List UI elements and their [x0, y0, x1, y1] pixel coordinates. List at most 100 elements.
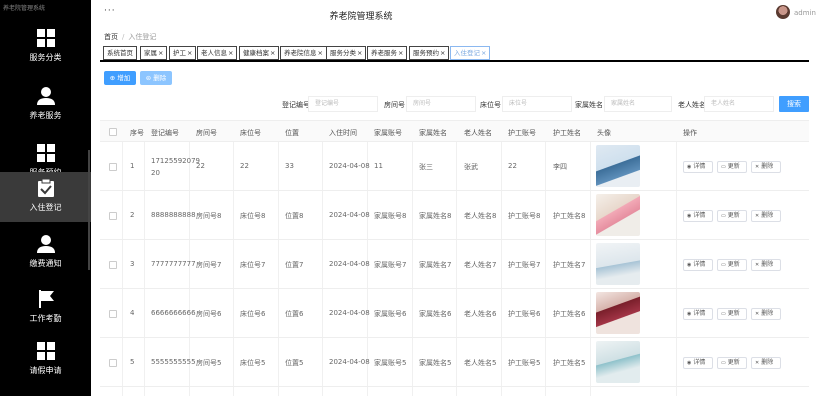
delete-row-button[interactable]: ✕ 删除: [751, 357, 781, 369]
column-header[interactable]: 登记编号: [151, 128, 179, 138]
table-row[interactable]: 3 7777777777 房间号7 床位号7 位置7 2024-04-08 家属账号7 家属姓…: [100, 240, 809, 289]
tab-9[interactable]: 服务预约×: [409, 46, 450, 60]
sidebar-scrollbar[interactable]: [88, 150, 90, 270]
cell-fam-acc: 11: [374, 162, 383, 170]
cell-care-acc: 护工账号6: [508, 310, 541, 318]
search-input[interactable]: 家属姓名: [604, 96, 672, 112]
tab-close-icon[interactable]: ×: [158, 49, 163, 57]
tab-10[interactable]: 入住登记×: [450, 46, 491, 60]
cell-fam-name: 家属姓名5: [419, 359, 452, 367]
column-header[interactable]: 房间号: [196, 128, 217, 138]
op-label: 更新: [727, 212, 740, 219]
cell-index: 3: [130, 260, 135, 268]
tab-1[interactable]: 系统首页: [103, 46, 137, 60]
username[interactable]: admin: [794, 9, 816, 17]
detail-button[interactable]: ◉ 详情: [683, 210, 713, 222]
column-header[interactable]: 位置: [285, 128, 299, 138]
sidebar-item-label: 服务分类: [29, 53, 62, 62]
table-row[interactable]: 1 17125592079 20 22 22 33 2024-04-08 11 张三 张武 22 李四…: [100, 142, 809, 191]
update-button[interactable]: ▭ 更新: [717, 357, 747, 369]
table-row[interactable]: 2 8888888888 房间号8 床位号8 位置8 2024-04-08 家属账号8 家属姓…: [100, 191, 809, 240]
row-checkbox[interactable]: [109, 261, 117, 269]
tab-close-icon[interactable]: ×: [440, 49, 445, 57]
sidebar-item-7[interactable]: 请假申请: [0, 335, 91, 396]
cell-fam-name: 家属姓名7: [419, 261, 452, 269]
delete-row-button[interactable]: ✕ 删除: [751, 259, 781, 271]
update-button[interactable]: ▭ 更新: [717, 210, 747, 222]
column-header[interactable]: 护工账号: [508, 128, 536, 138]
cell-index: 4: [130, 309, 135, 317]
row-checkbox[interactable]: [109, 163, 117, 171]
sidebar-item-label: 养老服务: [29, 111, 62, 120]
tab-6[interactable]: 养老院信息×: [280, 46, 327, 60]
search-button[interactable]: 搜索: [779, 96, 809, 112]
column-header[interactable]: 护工姓名: [553, 128, 581, 138]
column-header[interactable]: 头像: [597, 128, 611, 138]
tab-4[interactable]: 老人信息×: [197, 46, 238, 60]
delete-button[interactable]: ⊜ 删除: [140, 71, 172, 85]
tab-label: 家属: [144, 49, 157, 57]
column-header[interactable]: 老人姓名: [464, 128, 492, 138]
delete-row-button[interactable]: ✕ 删除: [751, 161, 781, 173]
cell-fam-name: 张三: [419, 163, 433, 171]
breadcrumb-home[interactable]: 首页: [104, 33, 118, 41]
tab-label: 服务预约: [413, 49, 439, 57]
tab-close-icon[interactable]: ×: [228, 49, 233, 57]
sidebar-item-4[interactable]: 入住登记: [0, 172, 91, 222]
detail-button[interactable]: ◉ 详情: [683, 161, 713, 173]
tab-2[interactable]: 家属×: [140, 46, 168, 60]
eye-icon: ◉: [687, 164, 692, 170]
row-checkbox[interactable]: [109, 310, 117, 318]
search-input[interactable]: 老人姓名: [704, 96, 774, 112]
column-header[interactable]: 家属账号: [374, 128, 402, 138]
tab-close-icon[interactable]: ×: [187, 49, 192, 57]
eye-icon: ◉: [687, 213, 692, 219]
person-icon: [36, 86, 56, 106]
table-row[interactable]: 4 6666666666 房间号6 床位号6 位置6 2024-04-08 家属账号6 家属姓…: [100, 289, 809, 338]
sidebar-item-5[interactable]: 缴费通知: [0, 228, 91, 290]
column-header[interactable]: 操作: [683, 128, 697, 138]
table-row[interactable]: 5 5555555555 房间号5 床位号5 位置5 2024-04-08 家属账号5 家属姓…: [100, 338, 809, 387]
avatar[interactable]: [776, 5, 790, 19]
search-input[interactable]: 登记编号: [308, 96, 378, 112]
tab-close-icon[interactable]: ×: [357, 49, 362, 57]
tab-close-icon[interactable]: ×: [318, 49, 323, 57]
tab-close-icon[interactable]: ×: [481, 49, 486, 57]
avatar-photo: [596, 341, 640, 383]
column-header[interactable]: 家属姓名: [419, 128, 447, 138]
column-header[interactable]: 床位号: [240, 128, 261, 138]
select-all-checkbox[interactable]: [109, 128, 117, 136]
detail-button[interactable]: ◉ 详情: [683, 308, 713, 320]
tab-7[interactable]: 服务分类×: [326, 46, 367, 60]
op-label: 更新: [727, 163, 740, 170]
row-checkbox[interactable]: [109, 359, 117, 367]
tab-close-icon[interactable]: ×: [270, 49, 275, 57]
eye-icon: ◉: [687, 311, 692, 317]
delete-row-button[interactable]: ✕ 删除: [751, 308, 781, 320]
sidebar-item-1[interactable]: 服务分类: [0, 22, 91, 84]
cell-loc: 33: [285, 162, 294, 170]
update-button[interactable]: ▭ 更新: [717, 161, 747, 173]
column-header[interactable]: 序号: [130, 128, 144, 138]
tab-3[interactable]: 护工×: [169, 46, 197, 60]
search-input[interactable]: 房间号: [406, 96, 476, 112]
update-button[interactable]: ▭ 更新: [717, 308, 747, 320]
grid-icon: [36, 143, 56, 163]
row-checkbox[interactable]: [109, 212, 117, 220]
add-button[interactable]: ⊕ 增加: [104, 71, 136, 85]
search-input[interactable]: 床位号: [502, 96, 572, 112]
close-icon: ✕: [755, 311, 760, 317]
tab-bar: 系统首页 家属× 护工× 老人信息× 健康档案× 养老院信息× 服务分类× 养老服务× 服务预约…: [100, 44, 809, 62]
detail-button[interactable]: ◉ 详情: [683, 259, 713, 271]
cell-care-acc: 护工账号5: [508, 359, 541, 367]
sidebar-item-2[interactable]: 养老服务: [0, 80, 91, 142]
delete-row-button[interactable]: ✕ 删除: [751, 210, 781, 222]
detail-button[interactable]: ◉ 详情: [683, 357, 713, 369]
tab-8[interactable]: 养老服务×: [367, 46, 408, 60]
cell-reg-no: 8888888888: [151, 211, 196, 219]
update-button[interactable]: ▭ 更新: [717, 259, 747, 271]
cell-room: 房间号8: [196, 212, 222, 220]
column-header[interactable]: 入住时间: [329, 128, 357, 138]
tab-close-icon[interactable]: ×: [398, 49, 403, 57]
tab-5[interactable]: 健康档案×: [239, 46, 280, 60]
